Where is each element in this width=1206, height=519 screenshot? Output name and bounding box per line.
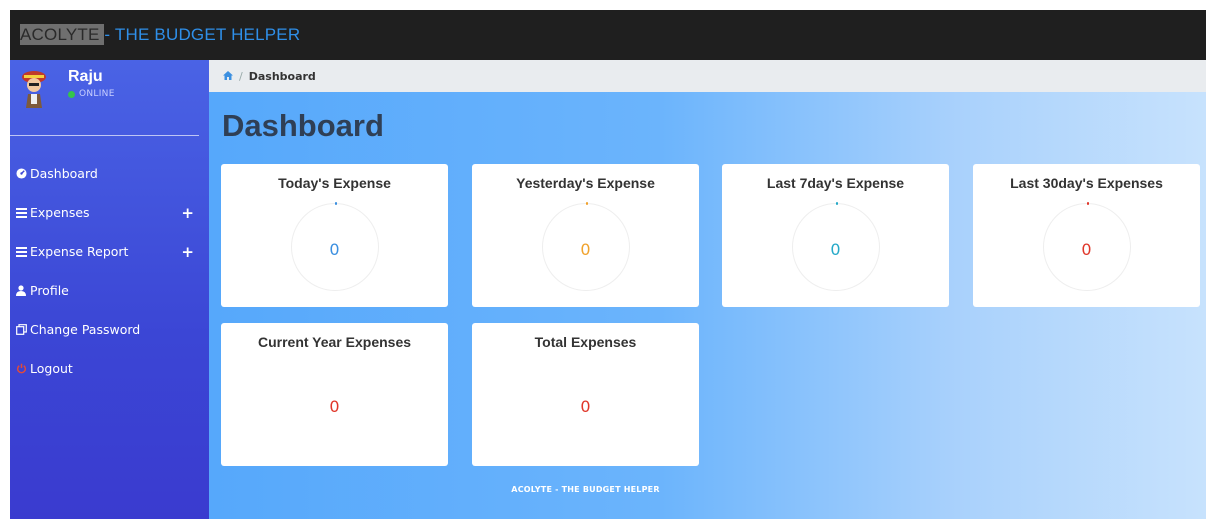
card-value: 0	[580, 397, 591, 416]
card-last-30days-expenses: Last 30day's Expenses 0	[973, 164, 1200, 307]
copy-icon	[14, 324, 28, 335]
sidebar-item-label: Expenses	[30, 205, 90, 220]
sidebar-item-profile[interactable]: Profile	[10, 271, 209, 310]
list-icon	[14, 207, 28, 218]
card-todays-expense: Today's Expense 0	[221, 164, 448, 307]
card-title: Today's Expense	[278, 175, 391, 191]
user-panel: Raju ONLINE	[10, 60, 199, 136]
card-total-expenses: Total Expenses 0	[472, 323, 699, 466]
ring-indicator	[586, 202, 588, 205]
power-icon	[14, 363, 28, 374]
breadcrumb-separator: /	[239, 69, 243, 83]
card-value: 0	[580, 240, 591, 259]
avatar	[20, 68, 48, 112]
sidebar-item-expense-report[interactable]: Expense Report +	[10, 232, 209, 271]
expand-plus-icon[interactable]: +	[181, 243, 194, 261]
card-title: Last 7day's Expense	[766, 175, 905, 191]
card-title: Last 30day's Expenses	[1010, 175, 1163, 191]
sidebar-item-label: Dashboard	[30, 166, 98, 181]
main-content: / Dashboard Dashboard Today's Expense 0 …	[209, 60, 1206, 519]
expand-plus-icon[interactable]: +	[181, 204, 194, 222]
sidebar: Raju ONLINE Dashboard Expenses + Expense…	[10, 60, 209, 519]
sidebar-item-change-password[interactable]: Change Password	[10, 310, 209, 349]
sidebar-item-dashboard[interactable]: Dashboard	[10, 154, 209, 193]
online-status-dot	[68, 90, 75, 98]
user-icon	[14, 285, 28, 296]
dashboard-icon	[14, 168, 28, 179]
card-value: 0	[830, 240, 841, 259]
sidebar-menu: Dashboard Expenses + Expense Report + Pr…	[10, 154, 209, 388]
ring-indicator	[1087, 202, 1089, 205]
sidebar-item-label: Logout	[30, 361, 73, 376]
page-title: Dashboard	[222, 108, 384, 143]
sidebar-item-label: Expense Report	[30, 244, 129, 259]
brand-highlight: ACOLYTE	[20, 24, 105, 45]
card-yesterdays-expense: Yesterday's Expense 0	[472, 164, 699, 307]
sidebar-item-expenses[interactable]: Expenses +	[10, 193, 209, 232]
breadcrumb: / Dashboard	[209, 60, 1206, 92]
list-icon	[14, 246, 28, 257]
brand-logo[interactable]: ACOLYTE - THE BUDGET HELPER	[20, 24, 301, 45]
brand-text: - THE BUDGET HELPER	[104, 25, 301, 44]
card-title: Total Expenses	[534, 334, 637, 350]
card-value: 0	[1081, 240, 1092, 259]
sidebar-item-label: Change Password	[30, 322, 141, 337]
card-last-7days-expense: Last 7day's Expense 0	[722, 164, 949, 307]
sidebar-item-logout[interactable]: Logout	[10, 349, 209, 388]
card-value: 0	[329, 397, 340, 416]
user-name: Raju	[68, 68, 103, 85]
top-navbar: ACOLYTE - THE BUDGET HELPER	[10, 10, 1206, 60]
card-current-year-expenses: Current Year Expenses 0	[221, 323, 448, 466]
breadcrumb-current: Dashboard	[248, 69, 316, 83]
card-value: 0	[329, 240, 340, 259]
card-title: Current Year Expenses	[257, 334, 412, 350]
user-status-label: ONLINE	[79, 89, 115, 99]
user-status: ONLINE	[68, 89, 115, 99]
home-icon[interactable]	[223, 70, 233, 83]
card-title: Yesterday's Expense	[516, 175, 655, 191]
ring-indicator	[836, 202, 838, 205]
ring-indicator	[335, 202, 337, 205]
sidebar-item-label: Profile	[30, 283, 69, 298]
footer-text: ACOLYTE - THE BUDGET HELPER	[511, 485, 660, 494]
